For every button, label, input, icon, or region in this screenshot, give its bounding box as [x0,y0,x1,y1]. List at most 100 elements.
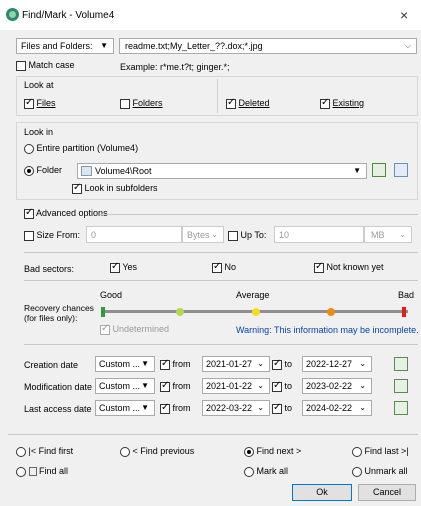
entire-partition-radio[interactable]: Entire partition (Volume4) [24,143,138,154]
folder-radio[interactable]: Folder [24,165,62,176]
recovery-average-label: Average [236,290,270,300]
cancel-button[interactable]: Cancel [358,484,416,501]
to-check[interactable] [272,402,282,414]
match-case-checkbox[interactable]: Match case [16,60,75,71]
to-check[interactable] [272,358,282,370]
date-mode-select[interactable]: Custom ... ▼ [95,356,155,372]
bad-sectors-yes-checkbox[interactable]: Yes [110,261,137,273]
bad-sectors-unknown-checkbox[interactable]: Not known yet [314,261,384,273]
folders-checkbox[interactable]: Folders [120,98,163,109]
to-checkbox[interactable]: to [272,358,292,370]
from-check[interactable] [160,358,170,370]
from-check[interactable] [160,380,170,392]
up-to-unit-select[interactable]: MB ⌄ [364,226,412,243]
deleted-checkbox[interactable]: Deleted [226,97,270,109]
size-from-check[interactable] [24,230,34,241]
date-row: Last access date Custom ...▼ from 2022-0… [0,399,421,421]
from-date-picker[interactable]: 2021-01-27 ⌄ [202,356,270,372]
ok-button[interactable]: Ok [292,484,352,501]
subfolders-label: Look in subfolders [84,183,158,193]
app-icon [6,8,19,21]
size-from-checkbox[interactable]: Size From: [24,230,80,241]
entire-partition-dot[interactable] [24,143,34,154]
pattern-example: Example: r*me.t?t; ginger.*; [120,62,230,72]
size-from-unit-select[interactable]: Bytes ⌄ [182,226,224,243]
from-date-picker[interactable]: 2022-03-22 ⌄ [202,400,270,416]
size-from-input[interactable]: 0 [86,226,182,243]
find-previous-radio[interactable]: < Find previous [120,446,194,457]
close-icon[interactable]: × [400,7,408,23]
find-all-dot[interactable] [16,466,26,477]
undetermined-label: Undetermined [112,324,170,334]
folders-check[interactable] [120,98,130,109]
to-label: to [284,403,293,413]
to-checkbox[interactable]: to [272,402,293,414]
up-to-check[interactable] [228,230,238,241]
find-next-radio[interactable]: Find next > [244,446,301,457]
folder-select[interactable]: Volume4\Root ▼ [77,163,367,179]
calendar-icon[interactable] [394,401,408,415]
incomplete-warning-link[interactable]: Warning: This information may be incompl… [236,325,419,335]
find-first-dot[interactable] [16,446,26,457]
date-mode-select[interactable]: Custom ... ▼ [95,400,155,416]
chevron-down-icon: ⌄ [257,403,264,412]
find-last-radio[interactable]: Find last >| [352,446,409,457]
unknown-check[interactable] [314,261,324,273]
folder-tree-icon[interactable] [394,163,408,177]
no-check[interactable] [212,261,222,273]
to-check[interactable] [272,380,282,392]
date-mode-select[interactable]: Custom ... ▼ [95,378,155,394]
recovery-bad-label: Bad [398,290,415,300]
find-last-dot[interactable] [352,446,362,457]
to-checkbox[interactable]: to [272,380,292,392]
date-mode-value: Custom ... [99,403,141,413]
unmark-all-radio[interactable]: Unmark all [352,466,408,477]
mark-all-radio[interactable]: Mark all [244,466,288,477]
bad-sectors-no-checkbox[interactable]: No [212,261,236,273]
from-check[interactable] [160,402,170,414]
subfolders-checkbox[interactable]: Look in subfolders [72,182,158,194]
calendar-icon[interactable] [394,357,408,371]
to-date-picker[interactable]: 2024-02-22 ⌄ [302,400,372,416]
mark-all-dot[interactable] [244,466,254,477]
undetermined-checkbox[interactable]: Undetermined [100,323,170,335]
advanced-check[interactable] [24,207,34,219]
find-all-radio[interactable]: Find all [16,466,68,477]
divider [100,214,418,215]
undetermined-check[interactable] [100,323,110,335]
find-first-radio[interactable]: |< Find first [16,446,73,457]
folder-label: Folder [36,165,63,175]
from-checkbox[interactable]: from [160,358,191,370]
up-to-input[interactable]: 10 [274,226,364,243]
existing-checkbox[interactable]: Existing [320,97,364,109]
from-date-picker[interactable]: 2021-01-22 ⌄ [202,378,270,394]
list-icon [28,467,37,477]
up-to-checkbox[interactable]: Up To: [228,230,266,241]
browse-folder-icon[interactable] [372,163,386,177]
to-date-picker[interactable]: 2022-12-27 ⌄ [302,356,372,372]
folders-label: Folders [132,98,163,108]
dropdown-arrow-icon: ▼ [141,381,149,390]
to-date-value: 2024-02-22 [306,403,353,413]
warning-text[interactable]: Warning: This information may be incompl… [236,325,419,335]
find-previous-dot[interactable] [120,446,130,457]
from-checkbox[interactable]: from [160,380,191,392]
existing-check[interactable] [320,97,330,109]
advanced-options-checkbox[interactable]: Advanced options [24,207,108,219]
folder-dot[interactable] [24,165,34,176]
yes-check[interactable] [110,261,120,273]
find-next-dot[interactable] [244,446,254,457]
pattern-input[interactable]: readme.txt;My_Letter_??.dox;*.jpg ⌵ [119,38,417,54]
scope-select[interactable]: Files and Folders: ▼ [16,38,114,54]
deleted-check[interactable] [226,97,236,109]
to-date-picker[interactable]: 2023-02-22 ⌄ [302,378,372,394]
subfolders-check[interactable] [72,182,82,194]
match-case-check[interactable] [16,60,26,71]
unmark-all-dot[interactable] [352,466,362,477]
from-date-value: 2021-01-22 [206,381,253,391]
calendar-icon[interactable] [394,379,408,393]
files-checkbox[interactable]: Files [24,97,56,109]
size-from-value: 0 [91,230,97,240]
files-check[interactable] [24,97,34,109]
from-checkbox[interactable]: from [160,402,191,414]
